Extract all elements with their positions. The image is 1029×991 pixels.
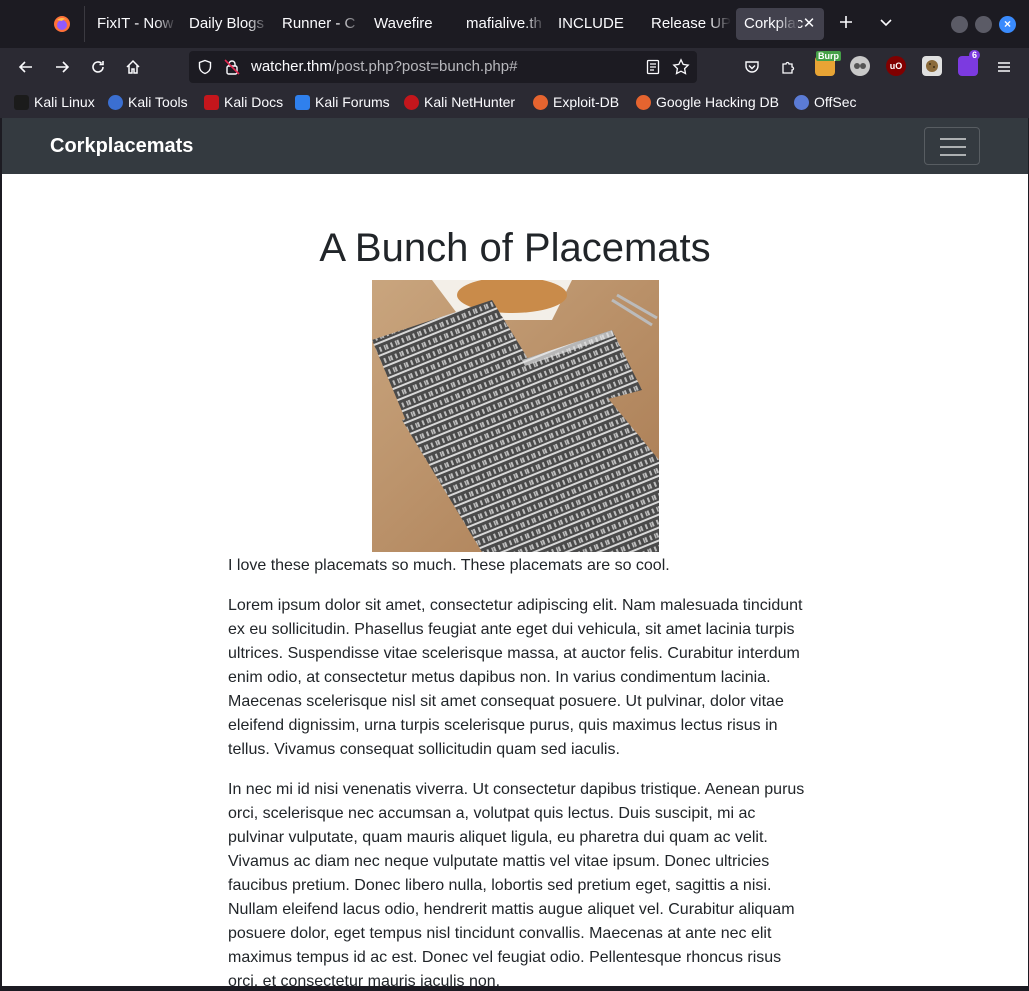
- chevron-down-icon: [880, 19, 892, 27]
- nethunter-icon: [404, 94, 419, 110]
- firefox-icon: [54, 16, 70, 32]
- close-tab-icon[interactable]: ✕: [800, 8, 818, 40]
- hamburger-bar: [940, 154, 966, 156]
- cookie-extension-icon[interactable]: [922, 56, 942, 76]
- navbar-toggler-button[interactable]: [924, 127, 980, 165]
- maximize-window-button[interactable]: [975, 16, 992, 33]
- new-tab-button[interactable]: [832, 10, 860, 38]
- tab-fixit[interactable]: FixIT - Now: [85, 8, 177, 40]
- cookie-icon: [926, 60, 938, 72]
- tab-include[interactable]: INCLUDE: [546, 8, 638, 40]
- bookmark-offsec[interactable]: OffSec: [794, 86, 857, 118]
- back-button[interactable]: [11, 52, 41, 82]
- bookmarks-toolbar: Kali Linux Kali Tools Kali Docs Kali For…: [0, 86, 1029, 118]
- post-paragraph: I love these placemats so much. These pl…: [228, 557, 670, 574]
- firefox-view-button[interactable]: [42, 10, 82, 38]
- bookmark-kali-nethunter[interactable]: Kali NetHunter: [404, 86, 515, 118]
- bookmark-kali-linux[interactable]: Kali Linux: [14, 86, 95, 118]
- tab-label: INCLUDE: [558, 15, 624, 32]
- kali-forums-icon: [295, 94, 310, 110]
- window-bottom-border: [0, 986, 1029, 991]
- bookmark-google-hacking-db[interactable]: Google Hacking DB: [636, 86, 779, 118]
- extensions-button[interactable]: [773, 52, 803, 82]
- bookmark-star-icon[interactable]: [672, 58, 690, 76]
- reload-button[interactable]: [83, 52, 113, 82]
- forward-button[interactable]: [47, 52, 77, 82]
- post-title: A Bunch of Placemats: [319, 226, 711, 270]
- home-button[interactable]: [118, 52, 148, 82]
- hamburger-bar: [940, 146, 966, 148]
- close-window-button[interactable]: ×: [999, 16, 1016, 33]
- site-navbar: Corkplacemats: [2, 118, 1028, 174]
- shield-icon: [198, 59, 212, 75]
- notification-badge: 6: [968, 50, 980, 60]
- post-paragraph: Lorem ipsum dolor sit amet, consectetur …: [228, 597, 803, 758]
- bookmark-label: OffSec: [814, 94, 857, 110]
- burp-badge: Burp: [816, 51, 841, 61]
- minimize-window-button[interactable]: [951, 16, 968, 33]
- kali-docs-icon: [204, 94, 219, 110]
- browser-window: FixIT - Now Daily Blogs Runner - C Wavef…: [0, 0, 1029, 991]
- hamburger-menu-icon: [998, 62, 1010, 72]
- hackbar-extension-icon[interactable]: 6: [958, 50, 980, 76]
- list-all-tabs-button[interactable]: [872, 10, 900, 38]
- plus-icon: [840, 16, 852, 28]
- reader-view-icon[interactable]: [645, 59, 661, 75]
- page-viewport: Corkplacemats A Bunch of Placemats I lov…: [2, 118, 1028, 986]
- bookmark-label: Kali NetHunter: [424, 94, 516, 110]
- tab-release-up[interactable]: Release UP: [639, 8, 731, 40]
- url-text[interactable]: watcher.thm/post.php?post=bunch.php#: [251, 51, 517, 83]
- bookmark-kali-docs[interactable]: Kali Docs: [204, 86, 283, 118]
- spy-extension-icon[interactable]: [850, 56, 870, 76]
- tab-runner[interactable]: Runner - C: [270, 8, 362, 40]
- glasses-icon: [854, 63, 866, 69]
- kali-tools-icon: [108, 94, 123, 110]
- app-menu-button[interactable]: [989, 52, 1019, 82]
- tab-wavefire[interactable]: Wavefire: [362, 8, 454, 40]
- bookmark-label: Kali Forums: [315, 94, 390, 110]
- ublock-extension-icon[interactable]: uO: [886, 56, 906, 76]
- navigation-toolbar: watcher.thm/post.php?post=bunch.php# Bur…: [0, 48, 1029, 86]
- kali-dragon-icon: [14, 94, 29, 110]
- ublock-icon: uO: [889, 61, 903, 71]
- hamburger-bar: [940, 138, 966, 140]
- exploit-db-icon: [533, 94, 548, 110]
- post-body: I love these placemats so much. These pl…: [228, 554, 808, 986]
- post-paragraph: In nec mi id nisi venenatis viverra. Ut …: [228, 781, 805, 986]
- offsec-icon: [794, 94, 809, 110]
- bookmark-label: Kali Tools: [128, 94, 188, 110]
- tab-label: Wavefire: [374, 15, 433, 32]
- puzzle-icon: [782, 61, 795, 74]
- bookmark-kali-forums[interactable]: Kali Forums: [295, 86, 390, 118]
- tab-mafialive[interactable]: mafialive.th: [454, 8, 546, 40]
- bookmark-label: Exploit-DB: [553, 94, 620, 110]
- arrow-left-icon: [18, 61, 32, 73]
- insecure-lock-icon: [224, 59, 240, 75]
- reload-icon: [92, 61, 104, 73]
- tab-strip: FixIT - Now Daily Blogs Runner - C Wavef…: [0, 0, 1029, 48]
- bookmark-label: Kali Linux: [34, 94, 95, 110]
- pocket-button[interactable]: [737, 52, 767, 82]
- url-domain: watcher.thm: [251, 58, 332, 75]
- bookmark-label: Google Hacking DB: [656, 94, 779, 110]
- pocket-icon: [745, 61, 759, 73]
- home-icon: [126, 59, 140, 74]
- site-brand[interactable]: Corkplacemats: [50, 118, 193, 174]
- ghdb-icon: [636, 94, 651, 110]
- bookmark-kali-tools[interactable]: Kali Tools: [108, 86, 188, 118]
- tab-corkplacemats[interactable]: Corkplac ✕: [736, 8, 824, 40]
- bookmark-label: Kali Docs: [224, 94, 284, 110]
- address-bar[interactable]: watcher.thm/post.php?post=bunch.php#: [189, 51, 697, 83]
- tab-daily-blogs[interactable]: Daily Blogs: [177, 8, 269, 40]
- burp-extension-icon[interactable]: Burp: [815, 51, 841, 76]
- url-path: /post.php?post=bunch.php#: [331, 58, 518, 75]
- placemats-photo: [372, 280, 659, 552]
- arrow-right-icon: [56, 61, 70, 73]
- bookmark-exploit-db[interactable]: Exploit-DB: [533, 86, 619, 118]
